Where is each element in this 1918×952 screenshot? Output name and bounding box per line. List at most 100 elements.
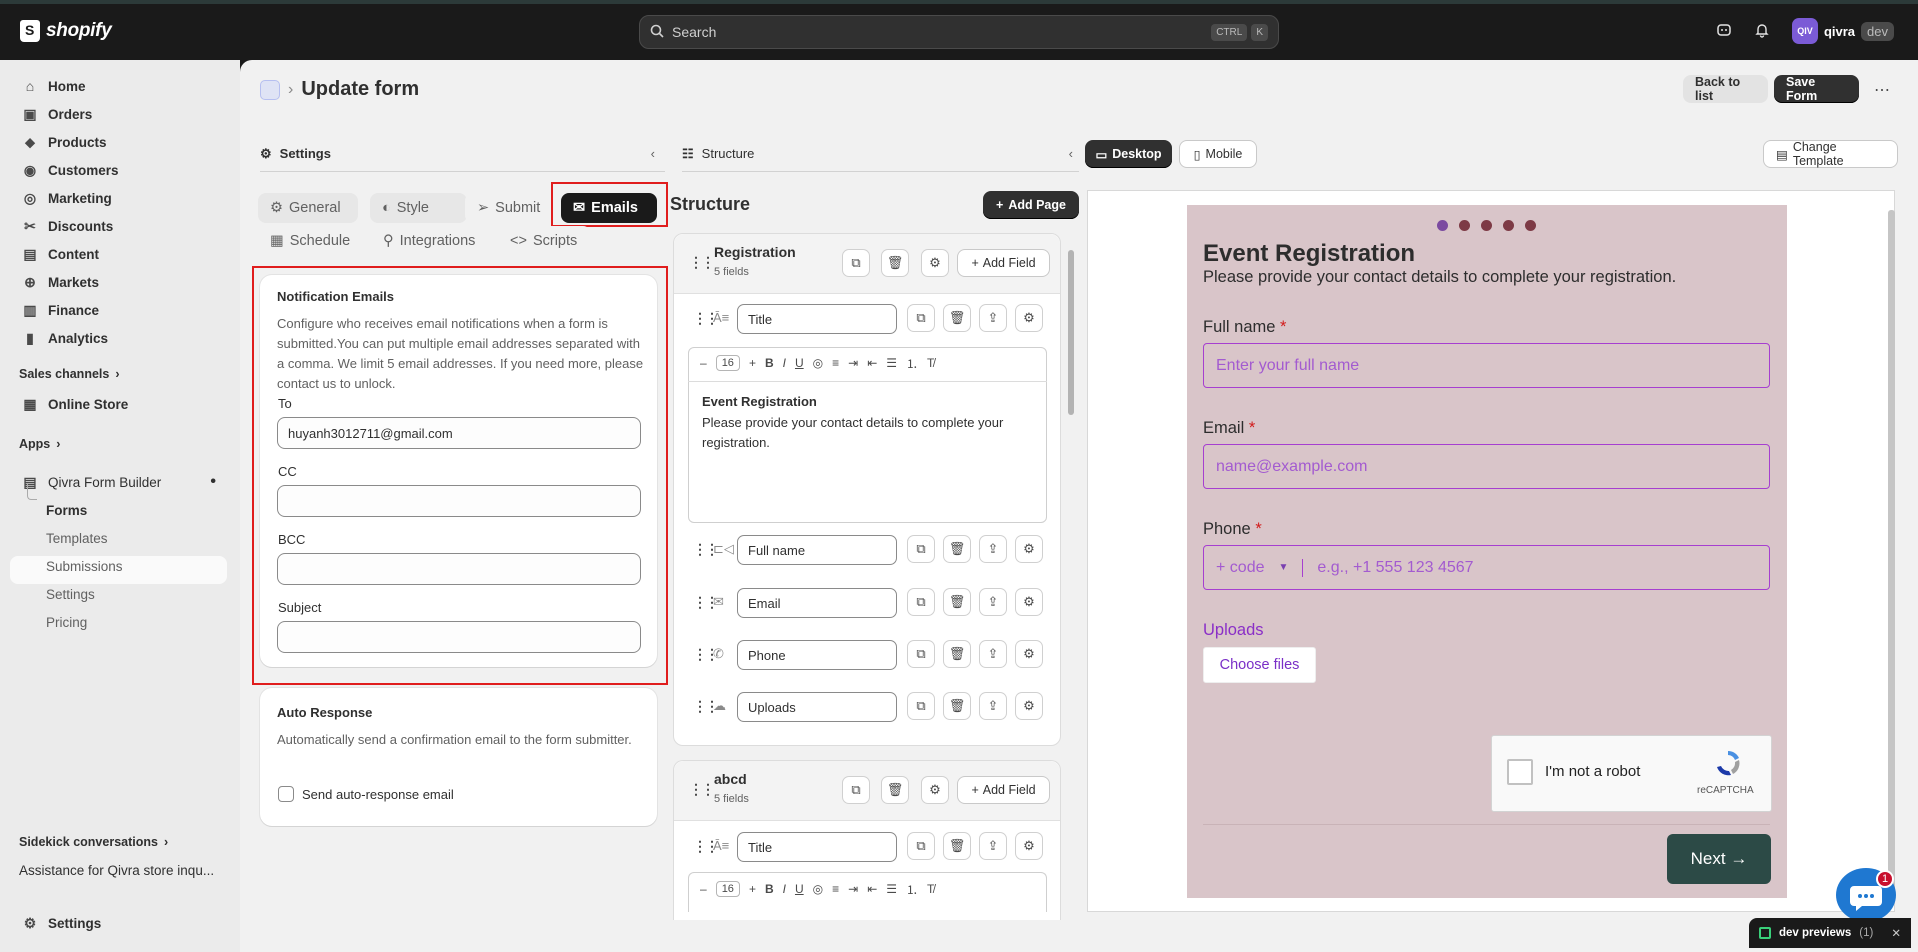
step-dot[interactable] [1481, 220, 1492, 231]
gear-icon[interactable]: ⚙ [1015, 588, 1043, 616]
sidebar-item-forms[interactable]: Forms [46, 496, 87, 524]
indent-icon[interactable]: ⇥ [848, 882, 858, 896]
gear-icon[interactable]: ⚙ [1015, 304, 1043, 332]
store-menu[interactable]: QIV qivra dev [1791, 18, 1894, 44]
tab-integrations[interactable]: ⚲ Integrations [371, 226, 493, 256]
tab-style[interactable]: ◐ Style [370, 193, 467, 223]
upload-icon[interactable]: ⇪ [979, 832, 1007, 860]
trash-icon[interactable]: 🗑 [881, 249, 909, 277]
gear-icon[interactable]: ⚙ [1015, 640, 1043, 668]
sidebar-item-pricing[interactable]: Pricing [46, 608, 87, 636]
sidebar-item[interactable]: ⬥ Products [10, 128, 228, 156]
bold-icon[interactable]: B [765, 356, 774, 370]
sidebar-item-app-settings[interactable]: Settings [46, 580, 95, 608]
increase-size-icon[interactable]: + [749, 356, 756, 370]
duplicate-icon[interactable]: ⧉ [907, 304, 935, 332]
sidebar-item-settings[interactable]: ⚙ Settings [10, 909, 228, 937]
duplicate-icon[interactable]: ⧉ [907, 640, 935, 668]
sidebar-item[interactable]: ⊕ Markets [10, 268, 228, 296]
trash-icon[interactable]: 🗑 [943, 588, 971, 616]
preview-scrollbar[interactable] [1887, 190, 1897, 912]
upload-icon[interactable]: ⇪ [979, 640, 1007, 668]
step-dot-active[interactable] [1437, 220, 1448, 231]
email-input[interactable]: name@example.com [1203, 444, 1770, 489]
trash-icon[interactable]: 🗑 [943, 304, 971, 332]
sidebar-item[interactable]: ▥ Finance [10, 296, 228, 324]
duplicate-icon[interactable]: ⧉ [842, 249, 870, 277]
step-dot[interactable] [1503, 220, 1514, 231]
underline-icon[interactable]: U [795, 356, 804, 370]
phone-number-input[interactable]: e.g., +1 555 123 4567 [1317, 559, 1473, 577]
bullet-list-icon[interactable]: ☰ [886, 356, 897, 370]
field-label-input[interactable]: Full name [737, 535, 897, 565]
add-field-button[interactable]: + Add Field [957, 249, 1050, 277]
tab-schedule[interactable]: ▦ Schedule [258, 226, 360, 256]
gear-icon[interactable]: ⚙ [1015, 692, 1043, 720]
collapse-chevron-icon[interactable]: ‹ [1069, 146, 1073, 161]
font-size-input[interactable]: 16 [715, 881, 740, 897]
back-to-list-button[interactable]: Back to list [1683, 75, 1768, 103]
auto-response-checkbox[interactable] [278, 786, 294, 802]
desktop-toggle[interactable]: ▭ Desktop [1085, 140, 1172, 168]
sidebar-item[interactable]: ▮ Analytics [10, 324, 228, 352]
color-icon[interactable]: ◎ [813, 356, 823, 370]
sidebar-item-qivra-form-builder[interactable]: ▤ Qivra Form Builder • [10, 468, 228, 496]
to-input[interactable]: huyanh3012711@gmail.com [277, 417, 641, 449]
phone-input[interactable]: + code ▼ e.g., +1 555 123 4567 [1203, 545, 1770, 590]
bcc-input[interactable] [277, 553, 641, 585]
field-label-input[interactable]: Phone [737, 640, 897, 670]
duplicate-icon[interactable]: ⧉ [907, 692, 935, 720]
tab-scripts[interactable]: <> Scripts [498, 226, 591, 256]
italic-icon[interactable]: I [783, 356, 786, 370]
sidebar-item[interactable]: ⌂ Home [10, 72, 228, 100]
field-label-input[interactable]: Uploads [737, 692, 897, 722]
field-label-input[interactable]: Email [737, 588, 897, 618]
field-title-input[interactable]: Title [737, 832, 897, 862]
indent-icon[interactable]: ⇥ [848, 356, 858, 370]
apps-header[interactable]: Apps › [19, 437, 60, 451]
sidekick-conversation-item[interactable]: Assistance for Qivra store inqu... [19, 863, 214, 878]
decrease-size-icon[interactable]: – [700, 356, 707, 370]
drag-handle-icon[interactable]: ⋮⋮ [689, 781, 715, 798]
duplicate-icon[interactable]: ⧉ [907, 535, 935, 563]
bold-icon[interactable]: B [765, 882, 774, 896]
step-dot[interactable] [1525, 220, 1536, 231]
trash-icon[interactable]: 🗑 [881, 776, 909, 804]
structure-scrollbar[interactable] [1067, 236, 1075, 912]
upload-icon[interactable]: ⇪ [979, 535, 1007, 563]
step-dot[interactable] [1459, 220, 1470, 231]
outdent-icon[interactable]: ⇤ [867, 882, 877, 896]
sidebar-item[interactable]: ◉ Customers [10, 156, 228, 184]
sidebar-item[interactable]: ▤ Content [10, 240, 228, 268]
duplicate-icon[interactable]: ⧉ [907, 832, 935, 860]
font-size-input[interactable]: 16 [715, 355, 740, 371]
trash-icon[interactable]: 🗑 [943, 640, 971, 668]
duplicate-icon[interactable]: ⧉ [842, 776, 870, 804]
sidebar-item-online-store[interactable]: ▦ Online Store [10, 390, 228, 418]
outdent-icon[interactable]: ⇤ [867, 356, 877, 370]
mobile-toggle[interactable]: ▯ Mobile [1179, 140, 1257, 168]
align-icon[interactable]: ≡ [832, 882, 839, 896]
duplicate-icon[interactable]: ⧉ [907, 588, 935, 616]
bullet-list-icon[interactable]: ☰ [886, 882, 897, 896]
trash-icon[interactable]: 🗑 [943, 535, 971, 563]
upload-icon[interactable]: ⇪ [979, 588, 1007, 616]
save-form-button[interactable]: Save Form [1774, 75, 1859, 103]
dev-previews-bar[interactable]: dev previews (1) ✕ [1749, 918, 1911, 948]
sidebar-item[interactable]: ▣ Orders [10, 100, 228, 128]
change-template-button[interactable]: ▤ Change Template [1763, 140, 1898, 168]
sidekick-icon[interactable] [1716, 22, 1732, 41]
field-label-input[interactable]: Title [737, 304, 897, 334]
trash-icon[interactable]: 🗑 [943, 832, 971, 860]
choose-files-button[interactable]: Choose files [1203, 647, 1316, 683]
upload-icon[interactable]: ⇪ [979, 692, 1007, 720]
italic-icon[interactable]: I [783, 882, 786, 896]
gear-icon[interactable]: ⚙ [1015, 832, 1043, 860]
clear-format-icon[interactable]: T̸ [927, 356, 934, 370]
collapse-chevron-icon[interactable]: ‹ [651, 146, 655, 161]
sidebar-item[interactable]: ✂ Discounts [10, 212, 228, 240]
color-icon[interactable]: ◎ [813, 882, 823, 896]
more-actions-icon[interactable]: ⋯ [1874, 80, 1890, 100]
tab-general[interactable]: ⚙ General [258, 193, 358, 223]
gear-icon[interactable]: ⚙ [921, 776, 949, 804]
